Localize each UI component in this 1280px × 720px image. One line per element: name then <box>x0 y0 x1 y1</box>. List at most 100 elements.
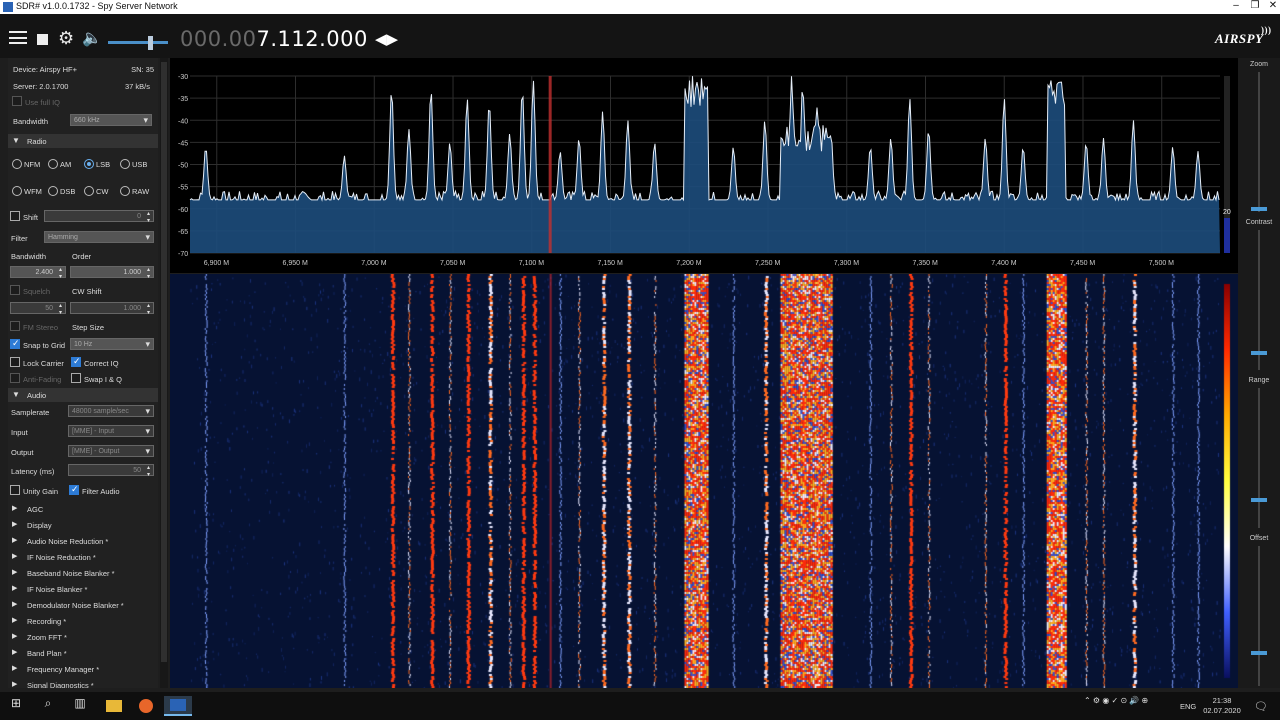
expand-arrow-icon: ▶ <box>12 569 18 576</box>
speaker-icon[interactable]: 🔈 <box>82 28 102 48</box>
system-tray-icons[interactable]: ⌃ ⚙ ◉ ✓ ⊙ 🔊 ⊕ <box>1084 696 1148 705</box>
correct-iq-label: Correct IQ <box>84 359 119 368</box>
expand-arrow-icon: ▶ <box>12 649 18 656</box>
minimize-button[interactable]: – <box>1226 0 1246 11</box>
bandwidth-select[interactable]: 660 kHz <box>70 114 152 126</box>
plugin-item[interactable]: ▶ Zoom FFT * <box>8 629 158 645</box>
gear-icon[interactable]: ⚙ <box>58 28 74 49</box>
mode-usb-radio[interactable] <box>120 159 130 169</box>
clock[interactable]: 21:38 02.07.2020 <box>1200 696 1244 716</box>
input-select[interactable]: [MME] - Input <box>68 425 154 437</box>
maximize-button[interactable]: ❐ <box>1245 0 1265 11</box>
expand-arrow-icon: ▶ <box>12 553 18 560</box>
zoom-track[interactable] <box>1258 72 1260 212</box>
lock-carrier-checkbox[interactable] <box>10 357 20 367</box>
airspy-logo: AIRSPY))) <box>1215 25 1271 47</box>
x-tick-label: 7,500 M <box>1149 260 1174 267</box>
contrast-track[interactable] <box>1258 230 1260 370</box>
snap-to-grid-checkbox[interactable] <box>10 338 20 349</box>
language-indicator[interactable]: ENG <box>1180 702 1196 711</box>
filter-select[interactable]: Hamming <box>44 231 154 243</box>
sdrsharp-taskbar-icon[interactable] <box>164 696 192 716</box>
offset-thumb[interactable] <box>1251 498 1267 502</box>
step-size-select[interactable]: 10 Hz <box>70 338 154 350</box>
plugin-label: Signal Diagnostics * <box>27 681 94 688</box>
sidebar-scrollbar[interactable] <box>160 58 168 688</box>
samplerate-select[interactable]: 48000 sample/sec <box>68 405 154 417</box>
filter-audio-checkbox[interactable] <box>69 484 79 495</box>
range-track[interactable] <box>1258 388 1260 528</box>
shift-checkbox[interactable] <box>10 211 20 221</box>
y-tick-label: -65 <box>178 229 188 236</box>
plugin-item[interactable]: ▶ Recording * <box>8 613 158 629</box>
bottom-thumb[interactable] <box>1251 651 1267 655</box>
waterfall-display[interactable] <box>170 274 1238 688</box>
squelch-checkbox[interactable] <box>10 285 20 295</box>
volume-slider[interactable] <box>108 36 168 50</box>
unity-gain-checkbox[interactable] <box>10 485 20 495</box>
plugin-item[interactable]: ▶ Signal Diagnostics * <box>8 677 158 688</box>
correct-iq-checkbox[interactable] <box>71 356 81 367</box>
frequency-display[interactable]: 000.007.112.000 <box>180 27 368 51</box>
expand-arrow-icon: ▶ <box>12 633 18 640</box>
y-tick-label: -50 <box>178 163 188 170</box>
task-view-icon[interactable]: ▥ <box>66 696 94 716</box>
squelch-stepper[interactable]: 50 <box>10 302 66 316</box>
fm-stereo-checkbox[interactable] <box>10 321 20 331</box>
offset-label: Offset <box>1249 535 1269 542</box>
mode-am-radio[interactable] <box>48 159 58 169</box>
samplerate-label: Samplerate <box>11 408 50 417</box>
plugin-item[interactable]: ▶ Audio Noise Reduction * <box>8 533 158 549</box>
swap-iq-checkbox[interactable] <box>71 373 81 383</box>
radio-section-header[interactable]: ▼ Radio <box>8 134 158 148</box>
mode-lsb-label: LSB <box>96 160 111 169</box>
clock-date: 02.07.2020 <box>1203 706 1241 715</box>
output-select[interactable]: [MME] - Output <box>68 445 154 457</box>
mode-wfm-radio[interactable] <box>12 186 22 196</box>
file-explorer-icon[interactable] <box>100 696 128 716</box>
range-thumb[interactable] <box>1251 351 1267 355</box>
plugin-item[interactable]: ▶ IF Noise Blanker * <box>8 581 158 597</box>
shift-stepper[interactable]: 0 <box>44 210 154 224</box>
plugin-item[interactable]: ▶ Baseband Noise Blanker * <box>8 565 158 581</box>
search-icon[interactable]: ⌕ <box>34 696 62 716</box>
anti-fading-checkbox[interactable] <box>10 373 20 383</box>
plugin-item[interactable]: ▶ Display <box>8 517 158 533</box>
snap-to-grid-label: Snap to Grid <box>23 341 66 350</box>
offset-track[interactable] <box>1258 546 1260 686</box>
audio-section-header[interactable]: ▼ Audio <box>8 388 158 402</box>
filter-bandwidth-stepper[interactable]: 2.400 <box>10 266 66 280</box>
spectrum-chart[interactable]: -30 -35 -40 -45 -50 -55 -60 -65 -70 6,900 M 6,950 … <box>170 58 1238 273</box>
close-button[interactable]: ✕ <box>1263 0 1280 11</box>
plugin-item[interactable]: ▶ Demodulator Noise Blanker * <box>8 597 158 613</box>
device-label: Device: Airspy HF+ <box>13 65 77 74</box>
latency-stepper[interactable]: 50 <box>68 464 154 478</box>
serial-label: SN: 35 <box>131 65 154 74</box>
plugin-label: IF Noise Reduction * <box>27 553 96 562</box>
stop-icon[interactable] <box>37 34 48 45</box>
order-stepper[interactable]: 1.000 <box>70 266 154 280</box>
mode-raw-radio[interactable] <box>120 186 130 196</box>
plugin-item[interactable]: ▶ Band Plan * <box>8 645 158 661</box>
plugin-item[interactable]: ▶ IF Noise Reduction * <box>8 549 158 565</box>
mode-cw-radio[interactable] <box>84 186 94 196</box>
tuning-arrows-icon[interactable]: ◀▶ <box>375 30 398 48</box>
mode-lsb-radio[interactable] <box>84 159 94 169</box>
unity-gain-label: Unity Gain <box>23 487 59 496</box>
start-icon[interactable]: ⊞ <box>2 696 30 716</box>
volume-thumb[interactable] <box>148 36 153 50</box>
use-full-iq-checkbox[interactable] <box>12 96 22 106</box>
firefox-icon[interactable] <box>132 696 160 716</box>
contrast-label: Contrast <box>1245 219 1273 226</box>
plugin-item[interactable]: ▶ AGC <box>8 501 158 517</box>
mode-dsb-radio[interactable] <box>48 186 58 196</box>
plugin-item[interactable]: ▶ Frequency Manager * <box>8 661 158 677</box>
notification-icon[interactable]: 🗨 <box>1254 700 1268 713</box>
x-tick-label: 7,000 M <box>361 260 386 267</box>
cw-shift-stepper[interactable]: 1.000 <box>70 302 154 316</box>
zoom-thumb[interactable] <box>1251 207 1267 211</box>
mode-nfm-radio[interactable] <box>12 159 22 169</box>
squelch-label: Squelch <box>23 287 51 296</box>
menu-icon[interactable] <box>9 31 27 44</box>
sidebar-scrollbar-thumb[interactable] <box>161 62 167 662</box>
